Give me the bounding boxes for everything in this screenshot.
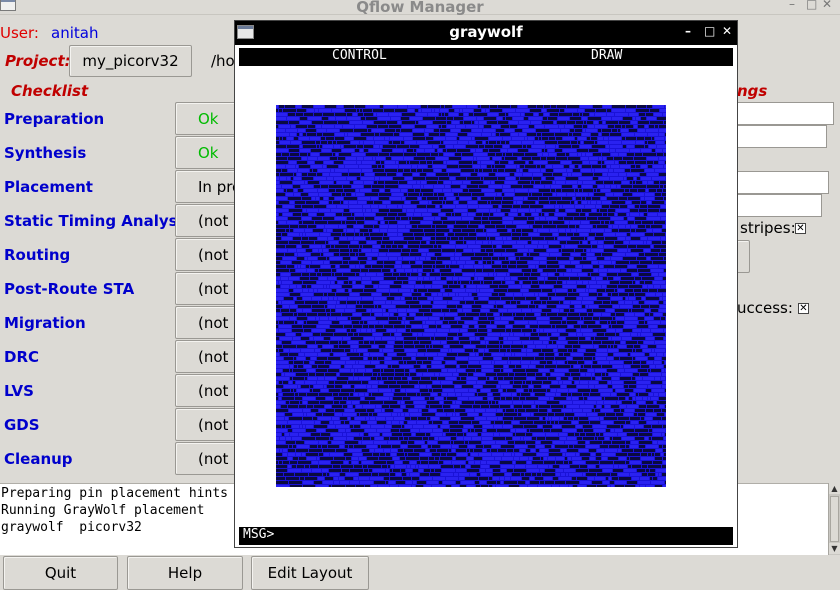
close-icon[interactable]: ✕ [822, 0, 832, 11]
project-button[interactable]: my_picorv32 [69, 45, 192, 77]
project-path: /ho [211, 52, 235, 70]
user-name: anitah [51, 24, 99, 42]
maximize-icon[interactable]: □ [704, 24, 715, 38]
step-label: Routing [4, 246, 71, 264]
placement-layout-canvas[interactable] [276, 105, 678, 488]
step-label: Preparation [4, 110, 105, 128]
quit-button[interactable]: Quit [3, 556, 118, 590]
menu-draw[interactable]: DRAW [591, 48, 622, 63]
scroll-down-icon[interactable]: ▼ [829, 543, 840, 554]
user-label: User: [0, 24, 39, 42]
stripes-label: stripes: [740, 219, 796, 237]
scroll-up-icon[interactable]: ▲ [829, 483, 840, 494]
graywolf-window[interactable]: graywolf – □ ✕ CONTROL DRAW MSG> [234, 20, 738, 548]
step-label: Placement [4, 178, 93, 196]
menu-control[interactable]: CONTROL [332, 48, 387, 63]
step-label: Synthesis [4, 144, 87, 162]
graywolf-menubar: CONTROL DRAW [239, 48, 733, 66]
settings-title: ngs [737, 82, 768, 100]
graywolf-titlebar[interactable]: graywolf – □ ✕ [235, 21, 737, 45]
settings-button[interactable] [736, 240, 750, 273]
minimize-icon[interactable]: – [789, 0, 795, 11]
success-checkbox[interactable]: ✕ [798, 303, 809, 314]
maximize-icon[interactable]: □ [806, 0, 817, 11]
project-label: Project: [5, 52, 71, 70]
minimize-icon[interactable]: – [685, 24, 691, 38]
close-icon[interactable]: ✕ [722, 24, 732, 38]
settings-field-1[interactable] [736, 102, 834, 125]
settings-field-4[interactable] [736, 194, 822, 217]
success-label: uccess: [737, 299, 793, 317]
step-label: Cleanup [4, 450, 73, 468]
step-label: DRC [4, 348, 40, 366]
graywolf-msg-bar[interactable]: MSG> [239, 527, 733, 545]
step-label: GDS [4, 416, 40, 434]
graywolf-title: graywolf [449, 23, 523, 41]
edit-layout-button[interactable]: Edit Layout [251, 556, 369, 590]
checklist-title: Checklist [11, 82, 89, 100]
step-label: LVS [4, 382, 34, 400]
settings-field-2[interactable] [736, 125, 827, 148]
settings-field-3[interactable] [736, 171, 829, 194]
step-label: Migration [4, 314, 86, 332]
step-label: Static Timing Analysis [4, 212, 192, 230]
step-label: Post-Route STA [4, 280, 135, 298]
main-titlebar[interactable]: Qflow Manager – □ ✕ [0, 0, 840, 16]
scroll-thumb[interactable] [830, 496, 839, 542]
placement-cells [276, 105, 678, 488]
stripes-checkbox[interactable]: ✕ [795, 223, 806, 234]
help-button[interactable]: Help [127, 556, 243, 590]
console-scrollbar[interactable]: ▲ ▼ [828, 483, 840, 555]
window-title: Qflow Manager [356, 0, 484, 16]
